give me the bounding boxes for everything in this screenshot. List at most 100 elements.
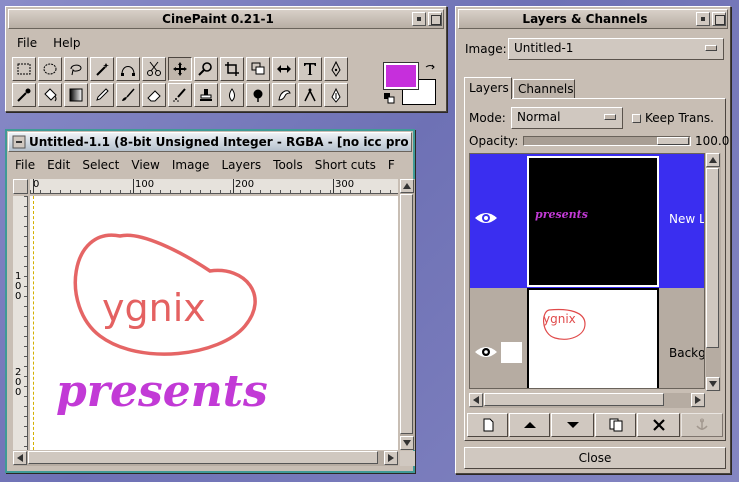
menu-filters[interactable]: F	[382, 158, 401, 172]
bezier-select-tool[interactable]	[116, 57, 140, 81]
maximize-button[interactable]	[428, 12, 442, 26]
layer-list-vertical-scrollbar[interactable]	[706, 153, 721, 391]
magnify-tool[interactable]	[194, 57, 218, 81]
free-select-tool[interactable]	[64, 57, 88, 81]
smudge-tool[interactable]	[272, 83, 296, 107]
scroll-thumb[interactable]	[28, 451, 378, 464]
menu-tools[interactable]: Tools	[267, 158, 309, 172]
layer-list-horizontal-scrollbar[interactable]	[469, 393, 705, 408]
new-layer-button[interactable]	[467, 413, 508, 437]
minimize-button[interactable]	[412, 12, 426, 26]
dodge-burn-tool[interactable]	[246, 83, 270, 107]
scroll-thumb[interactable]	[706, 168, 719, 348]
mode-select[interactable]: Normal	[511, 107, 623, 129]
menu-file[interactable]: File	[9, 36, 45, 50]
scissors-tool[interactable]	[142, 57, 166, 81]
scroll-right-button[interactable]	[384, 451, 398, 465]
ellipse-select-tool[interactable]	[38, 57, 62, 81]
ink-tool[interactable]	[324, 83, 348, 107]
eraser-tool[interactable]	[142, 83, 166, 107]
tab-channels[interactable]: Channels	[513, 79, 575, 99]
scroll-left-button[interactable]	[13, 451, 27, 465]
opacity-slider[interactable]	[523, 136, 691, 146]
menu-select[interactable]: Select	[76, 158, 125, 172]
ruler-corner[interactable]	[13, 179, 28, 194]
nav-corner[interactable]	[400, 451, 415, 466]
eyedropper-icon	[17, 88, 31, 102]
window-menu-icon[interactable]	[12, 135, 26, 149]
scroll-thumb[interactable]	[484, 393, 664, 406]
menu-view[interactable]: View	[125, 158, 165, 172]
gradient-tool[interactable]	[64, 83, 88, 107]
eye-icon[interactable]	[474, 344, 498, 360]
layers-titlebar[interactable]: Layers & Channels	[458, 9, 728, 29]
image-window: Untitled-1.1 (8-bit Unsigned Integer - R…	[5, 129, 415, 473]
tab-layers-label: Layers	[469, 81, 509, 95]
canvas-horizontal-scrollbar[interactable]	[13, 451, 398, 466]
swap-colors-icon[interactable]	[424, 63, 436, 75]
minimize-button[interactable]	[696, 12, 710, 26]
scroll-left-button[interactable]	[469, 393, 483, 407]
compass-icon	[304, 88, 316, 102]
rect-select-tool[interactable]	[12, 57, 36, 81]
scroll-up-button[interactable]	[706, 153, 720, 167]
canvas-vertical-scrollbar[interactable]	[400, 179, 415, 450]
image-menubar: File Edit Select View Image Layers Tools…	[9, 155, 413, 175]
close-button[interactable]: Close	[464, 447, 726, 469]
bucket-fill-tool[interactable]	[38, 83, 62, 107]
opacity-slider-thumb[interactable]	[657, 137, 689, 145]
anchor-layer-button[interactable]	[681, 413, 723, 437]
vertical-ruler[interactable]: 1 0 0 2 0 0	[13, 196, 28, 450]
tool-grid	[12, 57, 382, 109]
image-title: Untitled-1.1 (8-bit Unsigned Integer - R…	[29, 135, 409, 149]
menu-file[interactable]: File	[9, 158, 41, 172]
tab-layers[interactable]: Layers	[464, 77, 512, 99]
scroll-up-button[interactable]	[400, 179, 414, 193]
scroll-down-button[interactable]	[400, 436, 414, 450]
foreground-color-swatch[interactable]	[383, 62, 419, 90]
keep-trans-label: Keep Trans.	[645, 111, 714, 125]
eyedropper-tool[interactable]	[12, 83, 36, 107]
measure-tool[interactable]	[298, 83, 322, 107]
dodge-burn-icon	[253, 89, 263, 102]
fuzzy-select-tool[interactable]	[90, 57, 114, 81]
maximize-button[interactable]	[712, 12, 726, 26]
airbrush-tool[interactable]	[168, 83, 192, 107]
eye-icon[interactable]	[474, 210, 498, 226]
layer-row[interactable]: ygnix Backg	[470, 288, 704, 388]
scroll-thumb[interactable]	[400, 194, 413, 434]
dropdown-icon	[604, 114, 616, 120]
scroll-down-button[interactable]	[706, 377, 720, 391]
duplicate-layer-button[interactable]	[595, 413, 636, 437]
color-picker-tool[interactable]	[324, 57, 348, 81]
image-select[interactable]: Untitled-1	[508, 38, 724, 60]
pencil-tool[interactable]	[90, 83, 114, 107]
image-titlebar[interactable]: Untitled-1.1 (8-bit Unsigned Integer - R…	[8, 132, 412, 152]
toolbox-title: CinePaint 0.21-1	[162, 12, 274, 26]
clone-tool[interactable]	[194, 83, 218, 107]
lower-layer-button[interactable]	[551, 413, 594, 437]
menu-help[interactable]: Help	[45, 36, 88, 50]
menu-image[interactable]: Image	[166, 158, 216, 172]
transform-tool[interactable]	[246, 57, 270, 81]
move-icon	[173, 62, 187, 76]
crop-tool[interactable]	[220, 57, 244, 81]
menu-shortcuts[interactable]: Short cuts	[309, 158, 382, 172]
horizontal-ruler[interactable]: 0 100 200 300	[30, 179, 398, 194]
layer-row[interactable]: presents New L	[470, 154, 705, 288]
menu-edit[interactable]: Edit	[41, 158, 76, 172]
menu-layers[interactable]: Layers	[215, 158, 267, 172]
keep-trans-checkbox[interactable]	[632, 114, 641, 123]
toolbox-titlebar[interactable]: CinePaint 0.21-1	[8, 9, 444, 29]
scroll-right-button[interactable]	[691, 393, 705, 407]
delete-layer-button[interactable]	[637, 413, 680, 437]
move-tool[interactable]	[168, 57, 192, 81]
flip-tool[interactable]	[272, 57, 296, 81]
layer-name: New L	[669, 212, 705, 226]
default-colors-icon[interactable]	[384, 93, 396, 105]
raise-layer-button[interactable]	[509, 413, 550, 437]
text-tool[interactable]	[298, 57, 322, 81]
paintbrush-tool[interactable]	[116, 83, 140, 107]
convolve-tool[interactable]	[220, 83, 244, 107]
image-canvas[interactable]: ygnix presents	[30, 196, 398, 450]
